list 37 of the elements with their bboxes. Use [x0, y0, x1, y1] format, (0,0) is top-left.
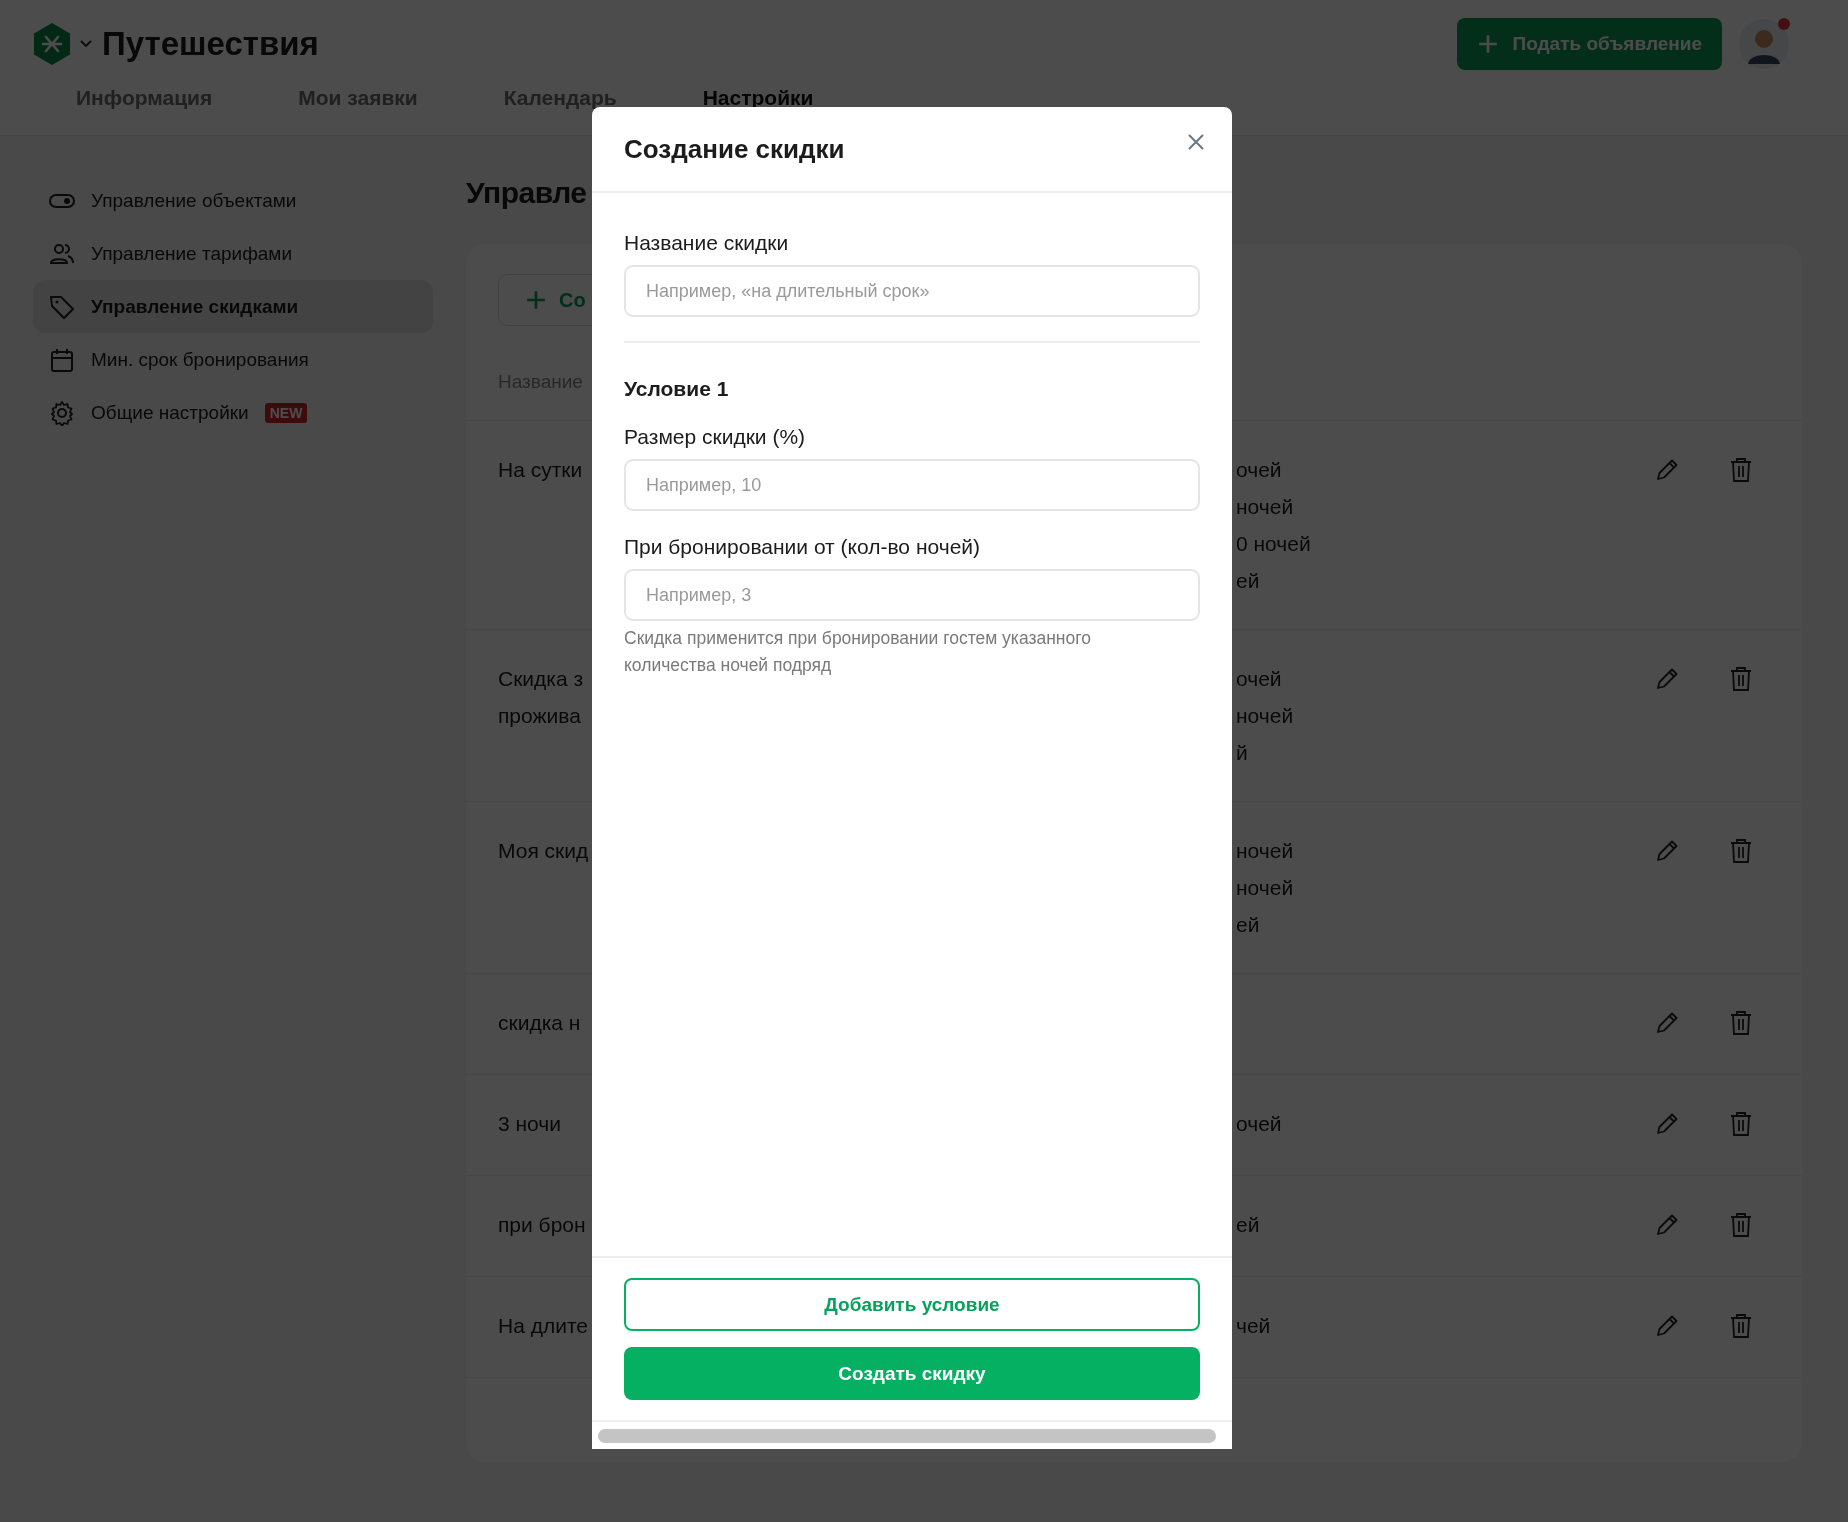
table-cell-text: Скидка з — [498, 666, 584, 692]
discount-name-field[interactable]: Например, «на длительный срок» — [624, 265, 1200, 317]
table-cell-text: ночей — [1236, 875, 1295, 901]
table-cell-text: ночей — [1236, 703, 1295, 729]
field-hint: Скидка применится при бронировании гостем указанного количества ночей подряд — [624, 627, 1092, 677]
nav-tab[interactable]: Настройки — [702, 76, 814, 120]
field-label: Название скидки — [624, 231, 790, 255]
table-cell-text: ей — [1236, 1212, 1261, 1238]
field-label: Размер скидки (%) — [624, 425, 807, 449]
table-cell-text: при брон — [498, 1212, 586, 1238]
table-cell-text: Моя скид — [498, 838, 589, 864]
table-cell-text: чей — [1236, 1313, 1272, 1339]
table-cell-text: ей — [1236, 912, 1261, 938]
scrollbar[interactable] — [598, 1428, 1216, 1443]
table-cell-text: очей — [1236, 1111, 1283, 1137]
table-cell-text: 0 ночей — [1236, 531, 1312, 557]
close-icon[interactable] — [1186, 132, 1206, 152]
table-cell-text: 3 ночи — [498, 1111, 561, 1137]
page-heading: Управле — [466, 176, 588, 211]
add-condition-button[interactable]: Добавить условие — [624, 1278, 1200, 1331]
condition-title: Условие 1 — [624, 377, 730, 401]
input-field[interactable]: Например, 10 — [624, 459, 1200, 511]
table-cell-text: очей — [1236, 457, 1283, 483]
app-title: Путешествия — [102, 25, 319, 63]
table-cell-text: й — [1236, 740, 1249, 766]
table-cell-text: ей — [1236, 568, 1261, 594]
table-cell-text: прожива — [498, 703, 581, 729]
modal-title: Создание скидки — [624, 133, 845, 165]
table-cell-text: ночей — [1236, 838, 1295, 864]
table-cell-text: На длите — [498, 1313, 588, 1339]
field-label: При бронировании от (кол-во ночей) — [624, 535, 982, 559]
input-field[interactable]: Например, 3 — [624, 569, 1200, 621]
table-cell-text: очей — [1236, 666, 1283, 692]
table-cell-text: На сутки — [498, 457, 583, 483]
create-discount-button[interactable]: Создать скидку — [624, 1347, 1200, 1400]
table-cell-text: скидка н — [498, 1010, 581, 1036]
table-cell-text: ночей — [1236, 494, 1295, 520]
